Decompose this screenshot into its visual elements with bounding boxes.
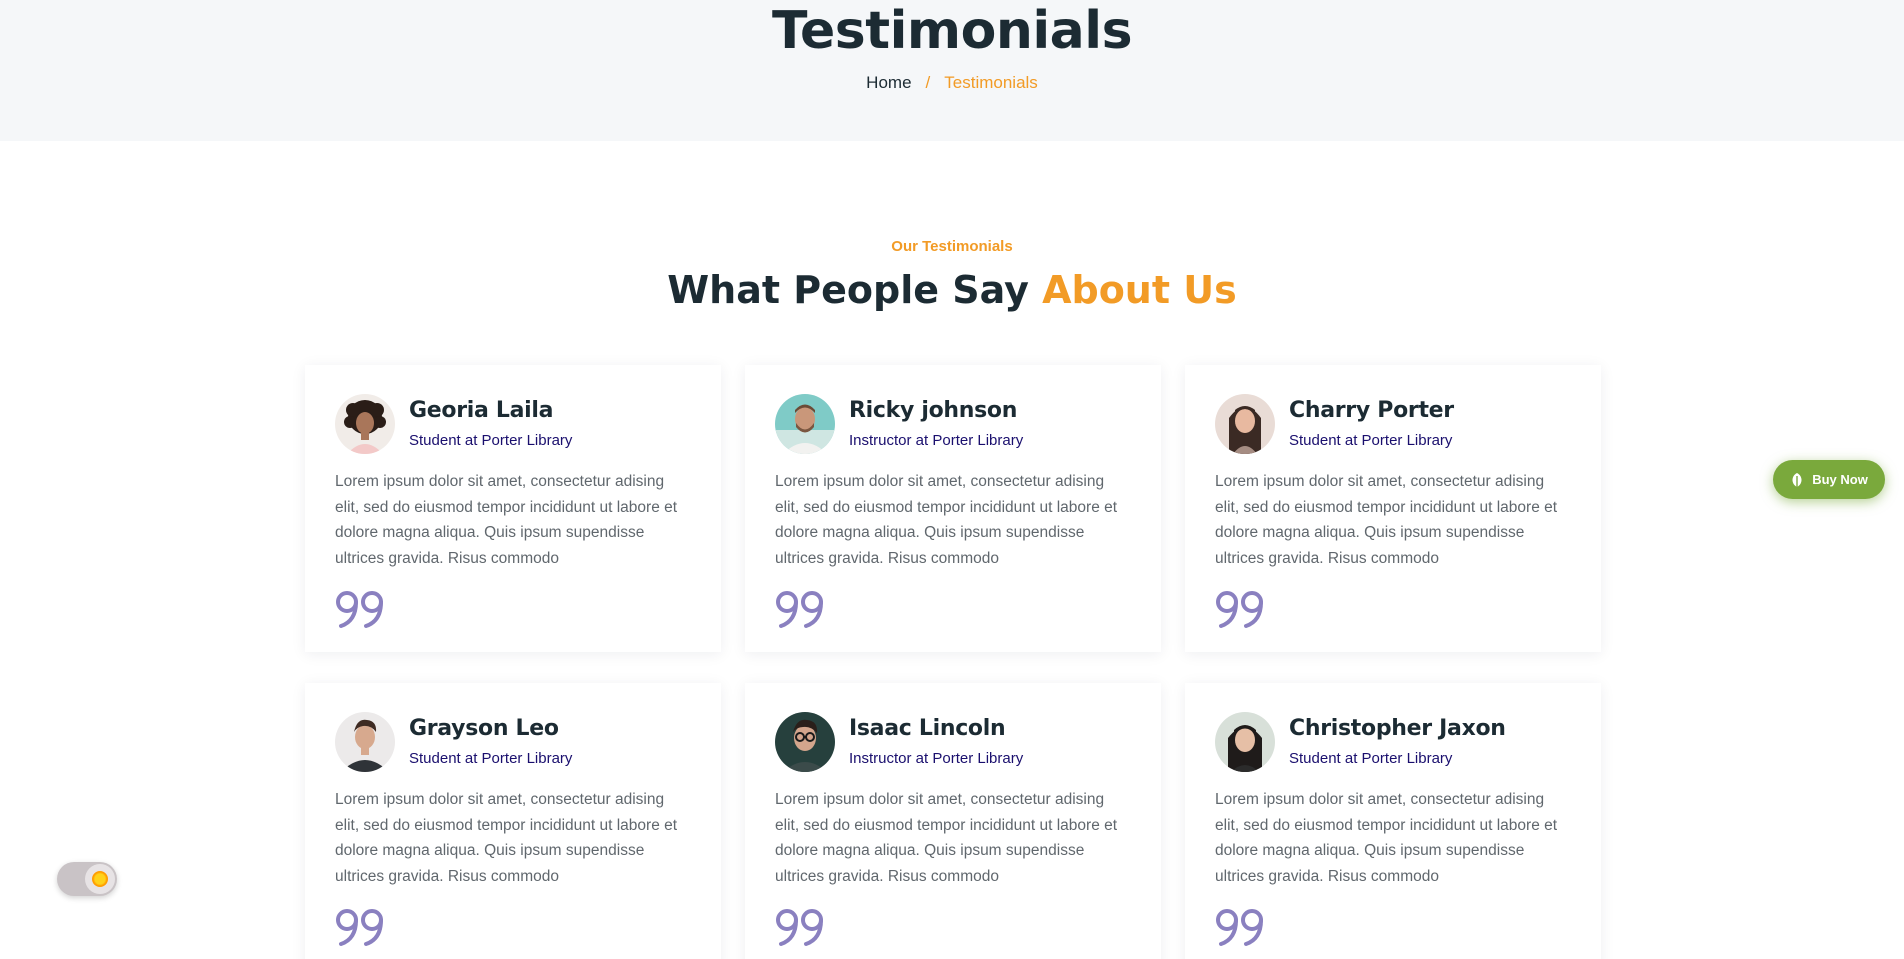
testimonial-role: Instructor at Porter Library <box>849 432 1024 449</box>
breadcrumb-separator: / <box>925 73 931 92</box>
testimonial-name: Isaac Lincoln <box>849 716 1006 741</box>
testimonial-card: Grayson Leo Student at Porter Library Lo… <box>305 683 721 959</box>
testimonial-text: Lorem ipsum dolor sit amet, consectetur … <box>1215 791 1558 885</box>
section-tag: Our Testimonials <box>891 238 1013 255</box>
testimonial-header: Grayson Leo Student at Porter Library <box>335 711 691 773</box>
testimonial-role: Instructor at Porter Library <box>849 750 1024 767</box>
testimonial-header: Ricky johnson Instructor at Porter Libra… <box>775 393 1131 455</box>
testimonial-header: Christopher Jaxon Student at Porter Libr… <box>1215 711 1571 773</box>
testimonial-text: Lorem ipsum dolor sit amet, consectetur … <box>775 473 1118 567</box>
leaf-icon <box>1790 472 1804 488</box>
avatar <box>1215 712 1275 772</box>
quote-icon <box>1215 907 1571 947</box>
testimonials-grid: Georia Laila Student at Porter Library L… <box>305 365 1601 959</box>
buy-now-label: Buy Now <box>1812 472 1868 487</box>
page-hero: Testimonials Home / Testimonials <box>0 0 1904 141</box>
testimonial-header: Isaac Lincoln Instructor at Porter Libra… <box>775 711 1131 773</box>
quote-icon <box>335 589 691 629</box>
breadcrumb-home-link[interactable]: Home <box>866 73 911 92</box>
testimonial-text: Lorem ipsum dolor sit amet, consectetur … <box>335 791 678 885</box>
testimonial-role: Student at Porter Library <box>409 432 573 449</box>
testimonial-text: Lorem ipsum dolor sit amet, consectetur … <box>775 791 1118 885</box>
quote-icon <box>1215 589 1571 629</box>
testimonial-text: Lorem ipsum dolor sit amet, consectetur … <box>335 473 678 567</box>
quote-icon <box>335 907 691 947</box>
quote-icon <box>775 907 1131 947</box>
testimonial-text: Lorem ipsum dolor sit amet, consectetur … <box>1215 473 1558 567</box>
testimonial-name: Ricky johnson <box>849 398 1018 423</box>
section-title: What People Say About Us <box>0 265 1904 315</box>
page-title: Testimonials <box>771 1 1133 61</box>
breadcrumb-current: Testimonials <box>944 73 1038 92</box>
section-title-highlight: About Us <box>1042 268 1237 312</box>
avatar <box>335 394 395 454</box>
testimonial-card: Georia Laila Student at Porter Library L… <box>305 365 721 652</box>
avatar <box>775 394 835 454</box>
testimonial-card: Christopher Jaxon Student at Porter Libr… <box>1185 683 1601 959</box>
breadcrumb: Home / Testimonials <box>0 72 1904 94</box>
testimonial-name: Charry Porter <box>1289 398 1454 423</box>
toggle-knob <box>85 864 115 894</box>
quote-icon <box>775 589 1131 629</box>
testimonial-name: Grayson Leo <box>409 716 559 741</box>
testimonial-role: Student at Porter Library <box>409 750 573 767</box>
testimonial-role: Student at Porter Library <box>1289 750 1453 767</box>
testimonial-name: Christopher Jaxon <box>1289 716 1506 741</box>
buy-now-button[interactable]: Buy Now <box>1773 460 1885 499</box>
section-title-main: What People Say <box>667 268 1043 312</box>
theme-toggle[interactable] <box>57 862 117 896</box>
testimonial-header: Georia Laila Student at Porter Library <box>335 393 691 455</box>
avatar <box>775 712 835 772</box>
avatar <box>335 712 395 772</box>
testimonial-card: Ricky johnson Instructor at Porter Libra… <box>745 365 1161 652</box>
testimonial-card: Isaac Lincoln Instructor at Porter Libra… <box>745 683 1161 959</box>
testimonial-name: Georia Laila <box>409 398 554 423</box>
testimonial-role: Student at Porter Library <box>1289 432 1453 449</box>
testimonial-header: Charry Porter Student at Porter Library <box>1215 393 1571 455</box>
avatar <box>1215 394 1275 454</box>
sun-icon <box>92 871 108 887</box>
testimonial-card: Charry Porter Student at Porter Library … <box>1185 365 1601 652</box>
